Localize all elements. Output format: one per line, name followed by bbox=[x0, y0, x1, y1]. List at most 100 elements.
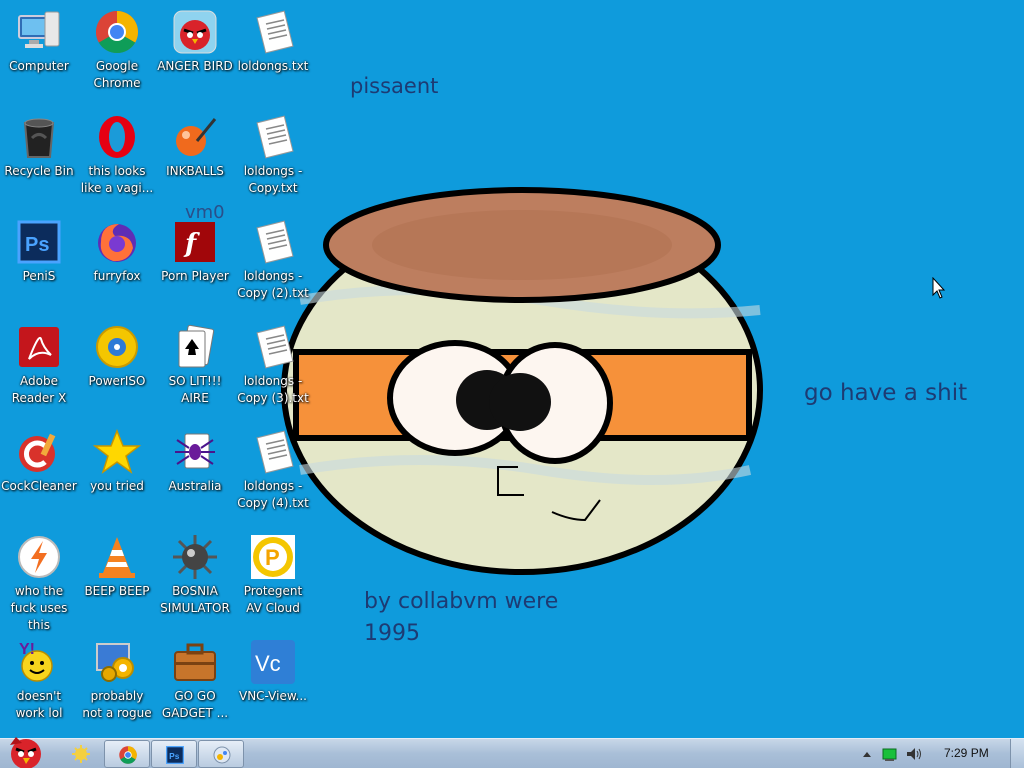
volume-icon[interactable] bbox=[906, 747, 924, 761]
media-icon bbox=[213, 746, 231, 764]
icon-label: loldongs - Copy (2).txt bbox=[237, 269, 309, 300]
desktop-icon-you-tried[interactable]: you tried bbox=[78, 422, 156, 524]
desktop-icon-adobe-reader[interactable]: Adobe Reader X bbox=[0, 317, 78, 419]
icon-label: Adobe Reader X bbox=[11, 374, 67, 405]
ccleaner-icon bbox=[15, 428, 63, 476]
desktop-icon-who-uses-this[interactable]: who the fuck uses this bbox=[0, 527, 78, 632]
adobe-reader-icon bbox=[15, 323, 63, 371]
desktop-icon-cockcleaner[interactable]: CockCleaner bbox=[0, 422, 78, 524]
icon-label: who the fuck uses this bbox=[10, 584, 68, 632]
desktop-icon-vnc-viewer[interactable]: Vc VNC-View... bbox=[234, 632, 312, 734]
start-button[interactable] bbox=[2, 731, 48, 768]
minesweeper-icon bbox=[171, 533, 219, 581]
wallpaper-text-go-have: go have a shit bbox=[804, 380, 968, 406]
desktop-icon-inkballs[interactable]: INKBALLS bbox=[156, 107, 234, 209]
desktop-icon-probably-not-rogue[interactable]: probably not a rogue bbox=[78, 632, 156, 734]
wallpaper-text-credit: by collabvm were 1995 bbox=[364, 589, 559, 646]
icon-label: INKBALLS bbox=[166, 164, 224, 178]
icon-label: BEEP BEEP bbox=[84, 584, 150, 598]
svg-text:P: P bbox=[265, 545, 280, 570]
yahoo-messenger-icon: Y! bbox=[15, 638, 63, 686]
desktop-icon-opera[interactable]: this looks like a vagi... bbox=[78, 107, 156, 209]
icon-label: loldongs - Copy (4).txt bbox=[237, 479, 309, 510]
icon-label: CockCleaner bbox=[1, 479, 77, 493]
chrome-icon bbox=[119, 746, 137, 764]
desktop-icon-protegent[interactable]: P Protegent AV Cloud bbox=[234, 527, 312, 629]
tray-expand-icon[interactable] bbox=[862, 750, 872, 758]
icon-label: loldongs - Copy.txt bbox=[243, 164, 303, 195]
desktop-icon-loldongs-copy-3[interactable]: loldongs - Copy (3).txt bbox=[234, 317, 312, 419]
star-icon bbox=[92, 428, 142, 476]
protegent-icon: P bbox=[249, 533, 297, 581]
desktop-icon-anger-bird[interactable]: ANGER BIRD bbox=[156, 2, 234, 104]
icon-label: loldongs - Copy (3).txt bbox=[237, 374, 309, 405]
desktop-icon-loldongs-copy-4[interactable]: loldongs - Copy (4).txt bbox=[234, 422, 312, 524]
text-file-icon bbox=[249, 428, 297, 476]
desktop-icon-beep-beep[interactable]: BEEP BEEP bbox=[78, 527, 156, 629]
text-file-icon bbox=[249, 8, 297, 56]
icon-label: you tried bbox=[90, 479, 144, 493]
text-file-icon bbox=[249, 218, 297, 266]
inkball-icon bbox=[171, 113, 219, 161]
desktop-icon-furryfox[interactable]: furryfox bbox=[78, 212, 156, 314]
flash-icon: f bbox=[171, 218, 219, 266]
svg-text:Vc: Vc bbox=[255, 651, 281, 676]
icon-label: Google Chrome bbox=[93, 59, 141, 90]
desktop-icon-penis[interactable]: Ps PeniS bbox=[0, 212, 78, 314]
vnc-icon: Vc bbox=[249, 638, 297, 686]
desktop-icon-porn-player[interactable]: f Porn Player bbox=[156, 212, 234, 314]
desktop-icon-recycle-bin[interactable]: Recycle Bin bbox=[0, 107, 78, 209]
taskbar: Ps 7:29 PM bbox=[0, 737, 1024, 768]
icon-label: Computer bbox=[9, 59, 69, 73]
desktop-icon-loldongs-copy[interactable]: loldongs - Copy.txt bbox=[234, 107, 312, 209]
firefox-icon bbox=[93, 218, 141, 266]
desktop-icon-computer[interactable]: Computer bbox=[0, 2, 78, 104]
taskbar-photoshop-button[interactable]: Ps bbox=[151, 740, 197, 768]
wallpaper-text-pissaent: pissaent bbox=[350, 74, 439, 98]
desktop-icon-doesnt-work[interactable]: Y! doesn't work lol bbox=[0, 632, 78, 734]
taskbar-explorer-button[interactable] bbox=[58, 740, 104, 768]
icon-label: Porn Player bbox=[161, 269, 229, 283]
desktop-icon-gadget[interactable]: GO GO GADGET ... bbox=[156, 632, 234, 734]
desktop-icon-loldongs[interactable]: loldongs.txt bbox=[234, 2, 312, 104]
taskbar-chrome-button[interactable] bbox=[104, 740, 150, 768]
spider-solitaire-icon bbox=[171, 428, 219, 476]
opera-icon bbox=[93, 113, 141, 161]
icon-label: probably not a rogue bbox=[82, 689, 152, 720]
desktop-icon-australia[interactable]: Australia bbox=[156, 422, 234, 524]
chrome-icon bbox=[93, 8, 141, 56]
icon-label: PeniS bbox=[22, 269, 56, 283]
icon-label: Recycle Bin bbox=[4, 164, 74, 178]
desktop-icon-google-chrome[interactable]: Google Chrome bbox=[78, 2, 156, 104]
briefcase-icon bbox=[171, 638, 219, 686]
desktop-icon-bosnia-simulator[interactable]: BOSNIA SIMULATOR bbox=[156, 527, 234, 629]
desktop-icon-poweriso[interactable]: PowerISO bbox=[78, 317, 156, 419]
text-file-icon bbox=[249, 323, 297, 371]
icon-label: Protegent AV Cloud bbox=[243, 584, 303, 615]
icon-label: PowerISO bbox=[88, 374, 146, 388]
taskbar-clock[interactable]: 7:29 PM bbox=[944, 746, 989, 760]
icon-label: SO LIT!!! AIRE bbox=[168, 374, 222, 405]
poweriso-icon bbox=[93, 323, 141, 371]
show-desktop-button[interactable] bbox=[1010, 739, 1024, 768]
icon-label: loldongs.txt bbox=[237, 59, 309, 73]
icon-label: VNC-View... bbox=[238, 689, 307, 703]
vlc-icon bbox=[93, 533, 141, 581]
icon-label: ANGER BIRD bbox=[157, 59, 233, 73]
icon-label: this looks like a vagi... bbox=[80, 164, 154, 195]
computer-icon bbox=[15, 8, 63, 56]
solitaire-icon bbox=[171, 323, 219, 371]
text-file-icon bbox=[249, 113, 297, 161]
desktop-icon-loldongs-copy-2[interactable]: loldongs - Copy (2).txt bbox=[234, 212, 312, 314]
icon-label: Australia bbox=[168, 479, 222, 493]
svg-text:Y!: Y! bbox=[19, 641, 35, 658]
photoshop-icon: Ps bbox=[166, 746, 184, 764]
desktop[interactable]: pissaent vm0 go have a shit by collabvm … bbox=[0, 0, 1024, 738]
start-orb-angry-bird-icon bbox=[10, 737, 41, 768]
icon-label: furryfox bbox=[93, 269, 141, 283]
desktop-icon-so-lit-aire[interactable]: SO LIT!!! AIRE bbox=[156, 317, 234, 419]
network-icon[interactable] bbox=[882, 747, 898, 761]
icon-label: BOSNIA SIMULATOR bbox=[160, 584, 230, 615]
mouse-cursor-icon bbox=[932, 277, 946, 299]
taskbar-media-button[interactable] bbox=[198, 740, 244, 768]
